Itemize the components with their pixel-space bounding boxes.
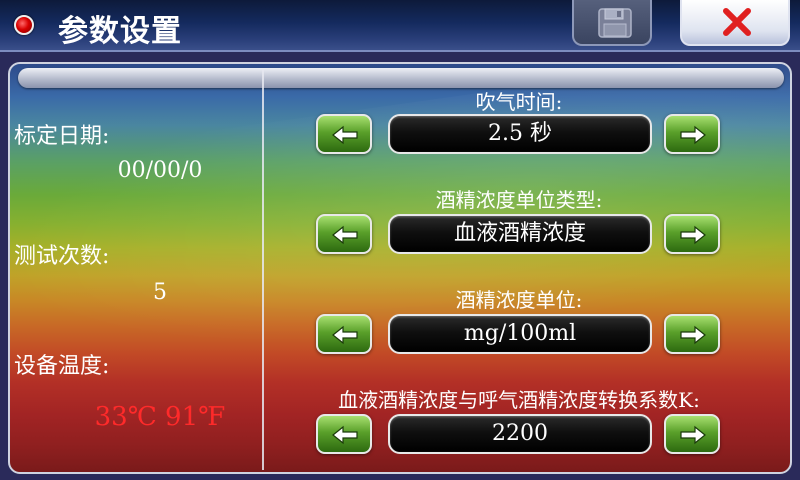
status-indicator-icon (14, 15, 34, 35)
alcohol-unit-type-value: 血液酒精浓度 (388, 214, 652, 254)
calibration-date-value: 00/00/0 (117, 158, 203, 183)
blow-time-value: 2.5 秒 (388, 114, 652, 154)
blow-time-label: 吹气时间: (475, 90, 563, 114)
test-count-label: 测试次数: (14, 244, 110, 269)
device-temperature-value: 33℃ 91℉ (94, 402, 226, 432)
conversion-coefficient-value: 2200 (388, 414, 652, 454)
device-temperature-label: 设备温度: (14, 354, 110, 379)
arrow-left-icon (332, 425, 358, 445)
floppy-disk-icon (598, 8, 632, 38)
alcohol-unit-prev-button[interactable] (316, 314, 372, 354)
arrow-right-icon (680, 225, 706, 245)
arrow-right-icon (680, 325, 706, 345)
arrow-right-icon (680, 425, 706, 445)
alcohol-unit-type-label: 酒精浓度单位类型: (435, 188, 603, 212)
conversion-coefficient-label: 血液酒精浓度与呼气酒精浓度转换系数K: (338, 388, 700, 412)
title-bar: 参数设置 (0, 0, 800, 52)
arrow-right-icon (680, 125, 706, 145)
alcohol-unit-type-next-button[interactable] (664, 214, 720, 254)
save-button[interactable] (572, 0, 652, 46)
calibration-date-label: 标定日期: (14, 124, 110, 149)
close-icon (723, 8, 751, 36)
close-button[interactable] (680, 0, 790, 46)
conversion-coefficient-increase-button[interactable] (664, 414, 720, 454)
page-title: 参数设置 (58, 14, 182, 49)
alcohol-unit-type-prev-button[interactable] (316, 214, 372, 254)
blow-time-increase-button[interactable] (664, 114, 720, 154)
alcohol-unit-label: 酒精浓度单位: (455, 288, 583, 312)
arrow-left-icon (332, 325, 358, 345)
alcohol-unit-next-button[interactable] (664, 314, 720, 354)
test-count-value: 5 (153, 280, 167, 305)
arrow-left-icon (332, 125, 358, 145)
blow-time-decrease-button[interactable] (316, 114, 372, 154)
conversion-coefficient-decrease-button[interactable] (316, 414, 372, 454)
arrow-left-icon (332, 225, 358, 245)
panel-header-bar (18, 68, 784, 88)
alcohol-unit-value: mg/100ml (388, 314, 652, 354)
